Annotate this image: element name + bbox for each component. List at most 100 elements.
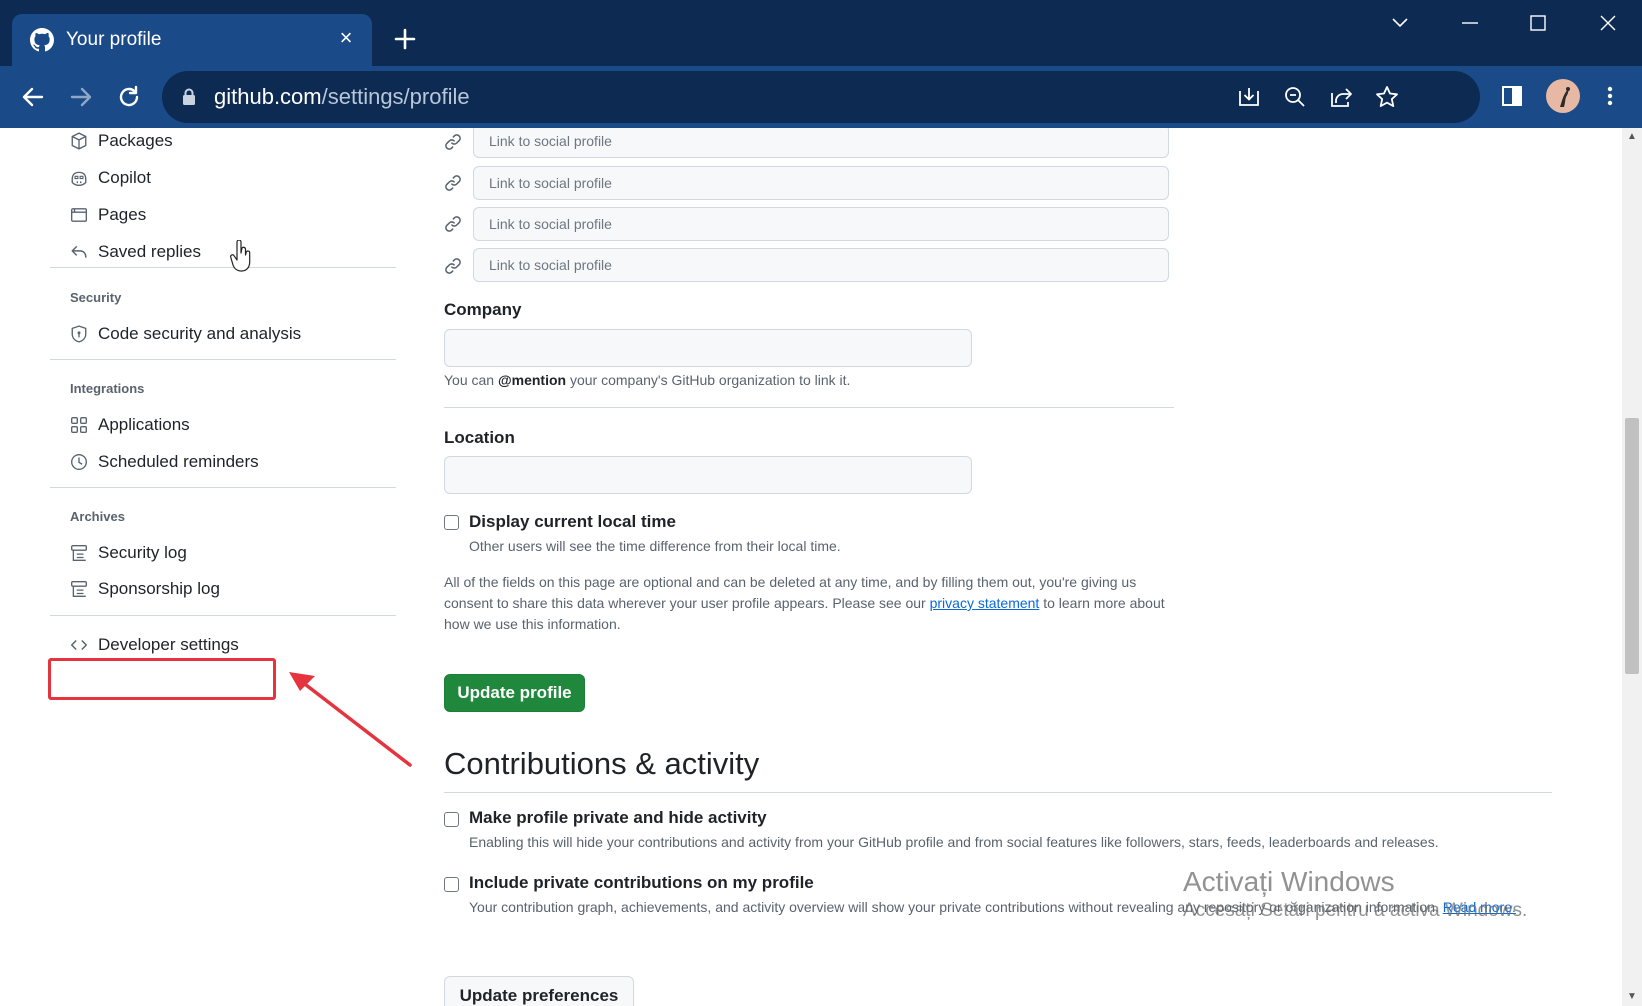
private-profile-label[interactable]: Make profile private and hide activity [469,808,767,828]
maximize-icon[interactable] [1518,8,1558,38]
sidebar-divider [50,359,396,360]
share-icon[interactable] [1328,84,1354,110]
browser-toolbar: github.com/settings/profile [0,66,1642,128]
scroll-up-icon[interactable]: ▲ [1626,132,1638,142]
sidebar-item-label: Pages [98,205,147,224]
clock-icon [71,454,87,470]
update-preferences-button[interactable]: Update preferences [444,976,634,1006]
package-icon [71,132,87,150]
reload-icon[interactable] [112,80,146,114]
bookmark-star-icon[interactable] [1374,84,1400,110]
annotation-highlight-box [48,658,276,700]
side-panel-icon[interactable] [1498,82,1526,110]
sidebar-item-label: Packages [98,131,173,150]
apps-icon [71,417,87,433]
social-link-field[interactable] [473,207,1169,241]
log-icon [71,581,87,597]
sidebar-divider [50,615,396,616]
minimize-icon[interactable] [1450,8,1490,38]
contributions-heading: Contributions & activity [444,746,760,781]
browser-tab-bar: Your profile × [0,0,1642,66]
vertical-scrollbar[interactable]: ▲ ▼ [1622,128,1642,1006]
new-tab-icon[interactable] [390,24,420,54]
sidebar-divider [50,267,396,268]
code-icon [70,639,88,651]
sidebar-item-developer-settings[interactable]: Developer settings [70,630,239,660]
forward-icon[interactable] [64,80,98,114]
sidebar-item-pages[interactable]: Pages [70,200,146,230]
sidebar-item-label: Applications [98,415,190,434]
avatar-image [1560,87,1570,107]
sidebar-item-label: Saved replies [98,242,202,261]
sidebar-item-saved-replies[interactable]: Saved replies [70,237,201,267]
sidebar-item-code-security[interactable]: Code security and analysis [70,319,301,349]
scrollbar-thumb[interactable] [1625,418,1639,674]
shield-lock-icon [71,325,87,343]
social-link-field[interactable] [473,166,1169,200]
link-icon [445,216,461,232]
social-link-field[interactable] [473,248,1169,282]
sidebar-item-security-log[interactable]: Security log [70,538,187,568]
hand-cursor-icon [230,240,251,272]
section-divider [444,792,1552,793]
sidebar-item-sponsorship-log[interactable]: Sponsorship log [70,574,220,604]
install-app-icon[interactable] [1236,84,1262,110]
sidebar-item-applications[interactable]: Applications [70,410,190,440]
url-text[interactable]: github.com/settings/profile [214,84,470,110]
annotation-arrow-icon [289,672,412,767]
company-hint-text: You can [444,372,498,388]
private-profile-note: Enabling this will hide your contributio… [469,834,1439,850]
tab-search-icon[interactable] [1380,8,1420,38]
log-icon [71,545,87,561]
privacy-statement-link[interactable]: privacy statement [930,595,1040,611]
link-icon [445,258,461,274]
link-icon [445,175,461,191]
local-time-label[interactable]: Display current local time [469,512,676,532]
private-contributions-label[interactable]: Include private contributions on my prof… [469,873,814,893]
window-close-icon[interactable] [1588,8,1628,38]
tab-title: Your profile [66,29,162,50]
local-time-note: Other users will see the time difference… [469,538,841,554]
sidebar-item-label: Scheduled reminders [98,452,259,471]
company-hint-text: your company's GitHub organization to li… [566,372,851,388]
social-link-field[interactable] [473,128,1169,158]
sidebar-heading-integrations: Integrations [70,381,145,396]
sidebar-heading-security: Security [70,290,122,305]
sidebar-item-copilot[interactable]: Copilot [70,163,151,193]
sidebar-item-scheduled-reminders[interactable]: Scheduled reminders [70,447,259,477]
github-icon [30,28,54,52]
private-profile-checkbox[interactable] [444,812,459,827]
scroll-down-icon[interactable]: ▼ [1626,992,1638,1002]
copilot-icon [71,171,87,186]
browser-tab[interactable]: Your profile × [12,14,372,66]
company-label: Company [444,300,522,319]
link-icon [445,134,461,150]
update-profile-button[interactable]: Update profile [444,674,585,712]
browser-menu-icon[interactable] [1596,82,1624,110]
company-field[interactable] [444,329,972,367]
url-path: /settings/profile [321,84,470,109]
sidebar-divider [50,487,396,488]
lock-icon[interactable] [180,87,198,107]
settings-page: Packages Copilot Pages Saved replies Sec… [0,128,1622,1006]
address-bar[interactable]: github.com/settings/profile [162,71,1480,123]
private-contributions-checkbox[interactable] [444,877,459,892]
company-hint-mention: @mention [497,372,567,388]
windows-activation-title: Activați Windows [1183,866,1395,897]
company-hint: You can @mention your company's GitHub o… [444,372,850,388]
browser-icon [71,208,87,222]
privacy-disclaimer: All of the fields on this page are optio… [444,572,1174,635]
sidebar-item-label: Code security and analysis [98,324,302,343]
back-icon[interactable] [16,80,50,114]
zoom-out-icon[interactable] [1282,84,1308,110]
sidebar-item-packages[interactable]: Packages [70,128,173,156]
sidebar-heading-archives: Archives [70,509,125,524]
section-divider [444,407,1174,408]
local-time-checkbox[interactable] [444,515,459,530]
location-field[interactable] [444,456,972,494]
location-label: Location [444,428,515,447]
tab-close-icon[interactable]: × [334,26,358,50]
windows-activation-subtitle: Accesați Setări pentru a activa Windows. [1183,900,1528,921]
sidebar-item-label: Security log [98,543,187,562]
profile-avatar[interactable] [1546,79,1580,113]
